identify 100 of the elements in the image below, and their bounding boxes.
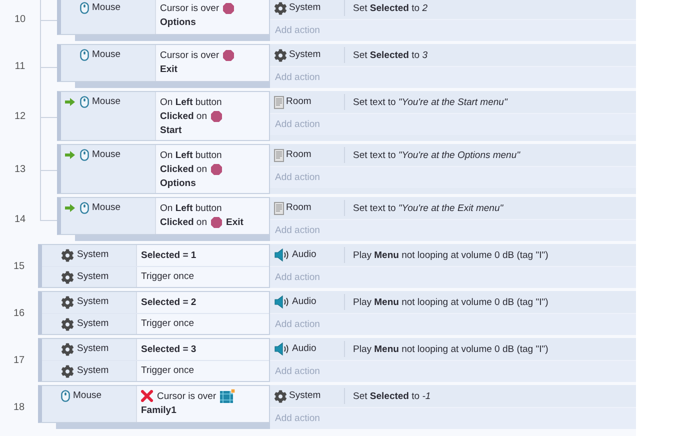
event-number: 16 [13,308,25,318]
object-name: Mouse [73,390,102,402]
gear-icon [61,364,74,378]
action-text: Set Selected to 2 [352,2,428,14]
object-name: System [77,364,109,376]
object-name: Mouse [92,149,121,161]
condition-text: On Left button [160,150,222,160]
gear-icon [274,2,287,14]
gear-icon [61,296,74,309]
object-name: Mouse [92,96,121,108]
octagon-icon [211,216,222,228]
gear-icon [61,249,74,262]
speaker-icon [274,342,290,356]
object-name: System [77,318,109,330]
document-icon [274,96,284,108]
mouse-icon [80,96,89,108]
speaker-icon [274,295,290,309]
condition-text: Exit [160,64,178,74]
condition-block[interactable]: Mouse On Left button Clicked on Exit [57,197,270,235]
condition-text: Options [160,16,196,28]
octagon-icon [211,110,222,122]
object-name: System [289,2,321,14]
octagon-icon [223,2,234,14]
arrow-icon [65,150,75,158]
condition-text: Cursor is over [160,2,220,14]
octagon-icon [223,50,234,60]
speaker-icon [274,248,290,262]
condition-text: Clicked on [160,216,208,228]
condition-text: Exit [226,216,244,228]
condition-text: Selected = 2 [141,296,196,308]
object-name: Mouse [92,2,121,14]
arrow-icon [65,98,75,106]
condition-text: Start [160,124,182,136]
condition-text: Family1 [141,404,176,416]
object-name: Room [286,202,312,214]
gear-icon [61,343,74,356]
action-text: Set text to "You're at the Start menu" [352,96,508,108]
condition-block[interactable]: System Selected = 3 System Trigger once [38,338,270,382]
object-name: System [289,390,321,402]
arrow-icon [65,204,75,212]
event-number: 15 [13,260,25,272]
action-text: Set text to "You're at the Options menu" [352,150,520,160]
condition-text: Options [160,178,196,188]
object-name: System [77,249,109,261]
event-number: 10 [14,14,26,24]
octagon-icon [211,164,222,174]
mouse-icon [80,2,89,14]
condition-text: Cursor is over [157,390,216,402]
event-number: 12 [14,110,26,122]
condition-block[interactable]: System Selected = 2 System Trigger once [38,291,270,335]
gear-icon [274,48,287,62]
action-text: Set text to "You're at the Exit menu" [352,202,504,214]
condition-text: Clicked on [160,110,208,122]
object-name: System [77,270,109,282]
event-number: 18 [13,402,25,412]
family-icon [220,389,236,403]
condition-text: Trigger once [141,365,194,376]
condition-block[interactable]: Mouse Cursor is over Exit [57,44,270,82]
object-name: Audio [292,343,316,355]
object-name: System [289,49,321,61]
condition-text: Clicked on [160,164,208,174]
cross-icon [141,390,153,402]
action-text: Play Menu not looping at volume 0 dB (tag "I") [352,344,548,354]
object-name: Audio [292,296,316,308]
condition-text: Selected = 3 [141,344,196,354]
condition-text: Trigger once [141,318,194,329]
condition-block[interactable]: Mouse On Left button Clicked on Start [57,91,270,141]
document-icon [274,202,284,214]
mouse-icon [80,49,89,61]
object-name: Room [286,149,312,161]
condition-text: On Left button [160,96,222,108]
mouse-icon [80,202,89,214]
action-text: Set Selected to 3 [352,50,428,60]
gear-icon [274,390,287,402]
action-text: Play Menu not looping at volume 0 dB (tag "I") [352,250,548,260]
mouse-icon [80,149,89,161]
condition-block[interactable]: Mouse Cursor is over Family1 [38,385,270,423]
object-name: System [77,296,109,308]
gear-icon [61,270,74,284]
condition-text: On Left button [160,202,222,214]
condition-block[interactable]: Mouse Cursor is over Options [57,0,270,35]
condition-text: Trigger once [141,271,194,282]
event-number: 14 [14,214,26,224]
object-name: Room [286,96,312,108]
event-number: 13 [14,164,26,174]
object-name: Audio [292,249,316,261]
event-number: 11 [14,60,26,72]
gear-icon [61,318,74,330]
action-text: Play Menu not looping at volume 0 dB (tag "I") [352,296,548,308]
condition-block[interactable]: System Selected = 1 System Trigger once [38,244,270,288]
condition-text: Cursor is over [160,50,220,60]
condition-block[interactable]: Mouse On Left button Clicked on Options [57,144,270,194]
action-text: Set Selected to -1 [352,390,431,402]
object-name: Mouse [92,202,121,214]
mouse-icon [61,390,70,402]
document-icon [274,148,284,162]
object-name: Mouse [92,49,121,61]
condition-text: Selected = 1 [141,250,196,260]
event-number: 17 [13,354,25,366]
object-name: System [77,343,109,355]
